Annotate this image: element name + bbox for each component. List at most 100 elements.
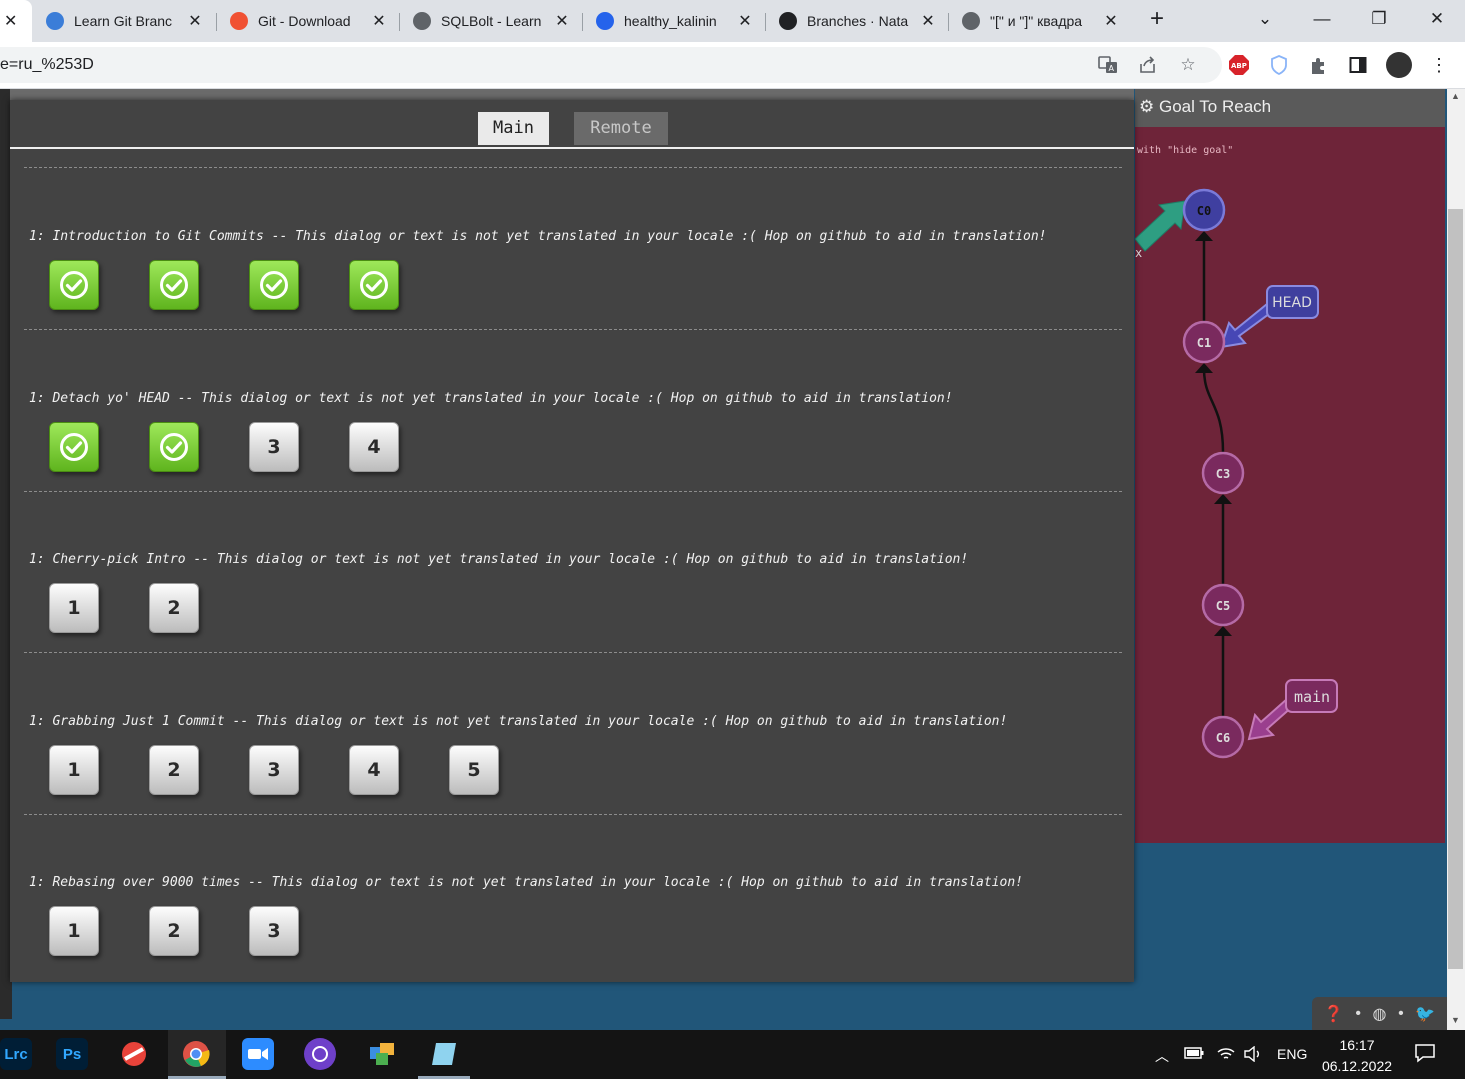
close-icon[interactable]: ✕	[736, 11, 754, 31]
share-icon[interactable]	[1137, 54, 1159, 76]
level-button[interactable]: 5	[449, 744, 499, 795]
volume-icon[interactable]	[1243, 1045, 1263, 1065]
level-button[interactable]: 4	[349, 744, 399, 795]
close-window-button[interactable]: ✕	[1422, 9, 1452, 29]
tab-separator	[948, 13, 949, 31]
level-button[interactable]: 2	[149, 583, 199, 633]
wifi-icon[interactable]	[1216, 1046, 1236, 1065]
section-separator	[24, 490, 1122, 492]
level-button-solved[interactable]	[149, 260, 199, 310]
profile-avatar[interactable]	[1386, 52, 1412, 78]
section-separator	[24, 652, 1122, 653]
level-button-solved[interactable]	[49, 260, 99, 310]
browser-tab[interactable]: Branches · Nata ✕	[767, 0, 947, 42]
browser-tab[interactable]: "[" и "]" квадра ✕	[950, 0, 1130, 42]
notes-app-icon[interactable]	[428, 1038, 460, 1070]
level-button[interactable]: 2	[149, 906, 199, 956]
level-button-solved[interactable]	[249, 260, 299, 310]
level-button[interactable]: 1	[49, 906, 99, 956]
side-panel-icon[interactable]	[1347, 54, 1369, 76]
input-language[interactable]: ENG	[1277, 1046, 1307, 1062]
scroll-up-arrow[interactable]: ▲	[1451, 91, 1460, 101]
ccleaner-app-icon[interactable]	[118, 1038, 150, 1070]
extensions-icon[interactable]	[1308, 54, 1330, 76]
close-icon[interactable]: ✕	[4, 11, 17, 31]
goal-panel: ⚙ Goal To Reach with "hide goal" x HEAD ma…	[1135, 89, 1445, 843]
sequence-title: 1: Introduction to Git Commits -- This d…	[29, 229, 1047, 244]
new-tab-button[interactable]: +	[1142, 5, 1172, 33]
bookmark-star-icon[interactable]: ☆	[1177, 54, 1199, 76]
chrome-active-indicator	[168, 1030, 226, 1079]
commit-label: C3	[1216, 467, 1230, 481]
level-number: 3	[267, 920, 281, 942]
checkmark-icon	[260, 271, 288, 299]
dot-separator: •	[1398, 1004, 1404, 1022]
svg-text:ABP: ABP	[1231, 62, 1247, 70]
tray-chevron-icon[interactable]: ︿	[1155, 1046, 1169, 1066]
minimize-button[interactable]: —	[1307, 9, 1337, 29]
lightroom-app-icon[interactable]: Lrc	[0, 1038, 32, 1070]
section-separator	[24, 329, 1122, 330]
browser-tab[interactable]: healthy_kalinin ✕	[584, 0, 764, 42]
browser-tab[interactable]: Git - Download ✕	[218, 0, 398, 42]
scroll-down-arrow[interactable]: ▼	[1451, 1015, 1460, 1025]
commit-label: C5	[1216, 599, 1230, 613]
tab-main[interactable]: Main	[478, 112, 549, 145]
level-button-solved[interactable]	[349, 260, 399, 310]
c-icon	[596, 12, 614, 30]
tab-separator	[399, 13, 400, 31]
system-clock[interactable]: 16:17 06.12.2022	[1318, 1035, 1396, 1077]
tab-close-partial[interactable]: ✕	[0, 0, 32, 42]
maximize-button[interactable]: ❐	[1364, 9, 1394, 29]
checkmark-icon	[160, 432, 188, 461]
level-button[interactable]: 3	[249, 906, 299, 956]
menu-kebab-icon[interactable]: ⋮	[1428, 54, 1450, 76]
tab-separator	[216, 13, 217, 31]
level-button[interactable]: 4	[349, 421, 399, 472]
level-number: 1	[67, 758, 81, 781]
close-icon[interactable]: ✕	[1102, 11, 1120, 31]
github-desktop-app-icon[interactable]	[304, 1038, 336, 1070]
level-button-solved[interactable]	[49, 421, 99, 472]
twitter-icon[interactable]: 🐦	[1415, 1004, 1435, 1024]
level-button[interactable]: 1	[49, 583, 99, 633]
photoshop-app-icon[interactable]: Ps	[56, 1038, 88, 1070]
browser-tab[interactable]: Learn Git Branc ✕	[34, 0, 214, 42]
level-button-solved[interactable]	[149, 421, 199, 472]
edge-arrowhead	[1214, 626, 1232, 636]
checkmark-icon	[360, 271, 388, 299]
network-app-icon[interactable]	[366, 1038, 398, 1070]
level-button[interactable]: 3	[249, 421, 299, 472]
commit-label: C1	[1197, 336, 1211, 350]
close-icon[interactable]: ✕	[370, 11, 388, 31]
address-bar[interactable]: e=ru_%253D A ☆	[0, 47, 1222, 83]
shield-icon[interactable]	[1268, 54, 1290, 76]
adblock-icon[interactable]: ABP	[1228, 54, 1250, 76]
scrollbar-thumb[interactable]	[1448, 209, 1463, 969]
level-number: 2	[167, 597, 181, 619]
tab-search-chevron-icon[interactable]: ⌄	[1250, 9, 1280, 29]
checkmark-icon	[160, 271, 188, 299]
globe-icon	[962, 12, 980, 30]
close-icon[interactable]: ✕	[919, 11, 937, 31]
tab-title: Git - Download	[258, 13, 351, 29]
battery-icon[interactable]	[1184, 1046, 1204, 1063]
level-button[interactable]: 2	[149, 744, 199, 795]
address-text[interactable]: e=ru_%253D	[0, 56, 94, 74]
level-button[interactable]: 3	[249, 744, 299, 795]
globe-icon[interactable]: ◍	[1373, 1004, 1387, 1024]
help-icon[interactable]: ❓	[1324, 1004, 1344, 1024]
browser-tab[interactable]: SQLBolt - Learn ✕	[401, 0, 581, 42]
tab-remote[interactable]: Remote	[574, 112, 668, 145]
notification-center-icon[interactable]	[1414, 1043, 1436, 1066]
level-number: 3	[267, 758, 281, 781]
translate-icon[interactable]: A	[1097, 54, 1119, 76]
tab-underline	[10, 147, 1134, 149]
close-icon[interactable]: ✕	[186, 11, 204, 31]
windows-taskbar: Lrc Ps ︿ ENG 16:17 06.12.2022	[0, 1030, 1465, 1079]
help-bar: ❓ • ◍ • 🐦	[1312, 997, 1447, 1030]
close-icon[interactable]: ✕	[553, 11, 571, 31]
zoom-app-icon[interactable]	[242, 1038, 274, 1070]
main-branch-label: main	[1294, 688, 1330, 706]
level-button[interactable]: 1	[49, 744, 99, 795]
